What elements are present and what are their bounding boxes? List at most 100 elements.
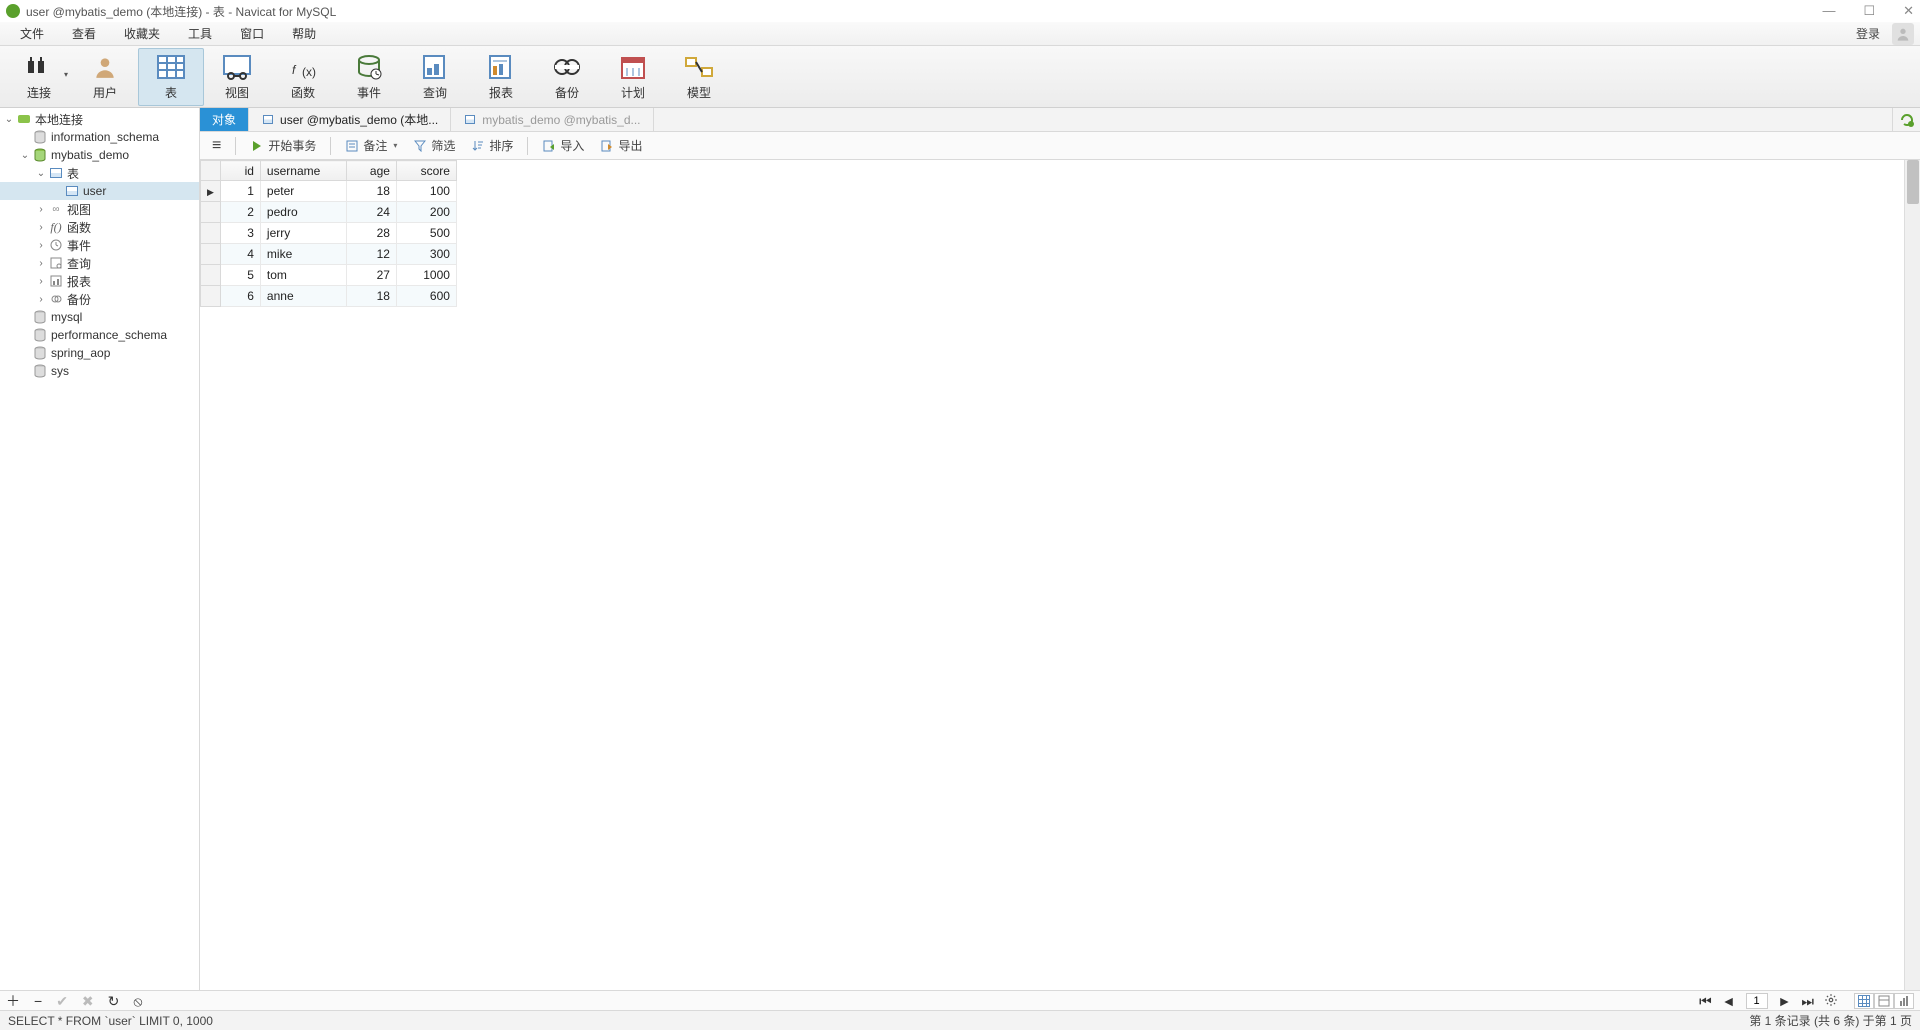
tree-node-备份[interactable]: ›备份 <box>0 290 199 308</box>
cancel-button[interactable]: ✖ <box>82 994 94 1008</box>
report-icon <box>484 53 518 81</box>
login-button[interactable]: 登录 <box>1856 25 1886 42</box>
tab-对象[interactable]: 对象 <box>200 108 249 131</box>
commit-button[interactable]: ✔ <box>56 994 68 1008</box>
status-record: 第 1 条记录 (共 6 条) 于第 1 页 <box>1749 1012 1912 1029</box>
chart-view-button[interactable] <box>1894 993 1914 1009</box>
app-icon <box>6 4 20 18</box>
ribbon-fx[interactable]: f(x)函数 <box>270 48 336 106</box>
settings-button[interactable] <box>1824 993 1838 1009</box>
hamburger-button[interactable]: ≡ <box>206 135 227 157</box>
export-icon <box>600 139 614 153</box>
tree-node-事件[interactable]: ›事件 <box>0 236 199 254</box>
sidebar-tree[interactable]: ⌄本地连接information_schema⌄mybatis_demo⌄表us… <box>0 108 200 990</box>
action-bar: ＋ − ✔ ✖ ↻ ⦸ ⏮ ◄ ► ⏭ <box>0 990 1920 1010</box>
table-icon <box>463 113 477 127</box>
conn-icon <box>16 111 32 127</box>
page-input[interactable] <box>1746 993 1768 1009</box>
menubar: 文件查看收藏夹工具窗口帮助 登录 <box>0 22 1920 46</box>
menu-查看[interactable]: 查看 <box>58 22 110 45</box>
tree-node-函数[interactable]: ›f()函数 <box>0 218 199 236</box>
tree-node-performance_schema[interactable]: performance_schema <box>0 326 199 344</box>
last-page-button[interactable]: ⏭ <box>1801 994 1814 1008</box>
prev-page-button[interactable]: ◄ <box>1722 994 1736 1008</box>
data-grid[interactable]: idusernameagescore1peter181002pedro24200… <box>200 160 457 307</box>
backup-icon <box>48 291 64 307</box>
window-controls: — ☐ ✕ <box>1822 3 1914 19</box>
ribbon-plug[interactable]: 连接▾ <box>6 48 72 106</box>
first-page-button[interactable]: ⏮ <box>1699 994 1712 1008</box>
tree-node-视图[interactable]: ›∞视图 <box>0 200 199 218</box>
gear-icon <box>1824 993 1838 1007</box>
tree-node-表[interactable]: ⌄表 <box>0 164 199 182</box>
begin-transaction-button[interactable]: 开始事务 <box>244 135 322 156</box>
stop-button[interactable]: ⦸ <box>133 994 142 1008</box>
minimize-button[interactable]: — <box>1822 3 1835 19</box>
window-title: user @mybatis_demo (本地连接) - 表 - Navicat … <box>26 3 336 20</box>
ribbon-table[interactable]: 表 <box>138 48 204 106</box>
model-icon <box>682 53 716 81</box>
tree-node-报表[interactable]: ›报表 <box>0 272 199 290</box>
ribbon-query[interactable]: 查询 <box>402 48 468 106</box>
add-row-button[interactable]: ＋ <box>6 994 20 1008</box>
tabs-row: 对象user @mybatis_demo (本地...mybatis_demo … <box>200 108 1920 132</box>
user-avatar[interactable] <box>1892 23 1914 45</box>
db-icon <box>32 345 48 361</box>
folder-tbl-icon <box>48 165 64 181</box>
new-tab-button[interactable] <box>1892 108 1920 131</box>
import-button[interactable]: 导入 <box>536 135 590 156</box>
close-button[interactable]: ✕ <box>1903 3 1914 19</box>
table-row[interactable]: 4mike12300 <box>201 244 457 265</box>
ribbon-backup[interactable]: 备份 <box>534 48 600 106</box>
col-age[interactable]: age <box>346 161 396 181</box>
table-row[interactable]: 6anne18600 <box>201 286 457 307</box>
ribbon-schedule[interactable]: 计划 <box>600 48 666 106</box>
table-row[interactable]: 2pedro24200 <box>201 202 457 223</box>
sort-icon <box>471 139 485 153</box>
event-icon <box>352 53 386 81</box>
sort-button[interactable]: 排序 <box>465 135 519 156</box>
tree-node-查询[interactable]: ›查询 <box>0 254 199 272</box>
delete-row-button[interactable]: − <box>34 994 42 1008</box>
table-row[interactable]: 1peter18100 <box>201 181 457 202</box>
note-icon <box>345 139 359 153</box>
col-score[interactable]: score <box>396 161 456 181</box>
svg-text:f: f <box>292 63 297 77</box>
tree-node-mybatis_demo[interactable]: ⌄mybatis_demo <box>0 146 199 164</box>
tree-node-information_schema[interactable]: information_schema <box>0 128 199 146</box>
menu-窗口[interactable]: 窗口 <box>226 22 278 45</box>
tree-node-mysql[interactable]: mysql <box>0 308 199 326</box>
tree-node-user[interactable]: user <box>0 182 199 200</box>
menu-文件[interactable]: 文件 <box>6 22 58 45</box>
form-view-button[interactable] <box>1874 993 1894 1009</box>
table-row[interactable]: 5tom271000 <box>201 265 457 286</box>
ribbon-toolbar: 连接▾用户表视图f(x)函数事件查询报表备份计划模型 <box>0 46 1920 108</box>
next-page-button[interactable]: ► <box>1778 994 1792 1008</box>
ribbon-model[interactable]: 模型 <box>666 48 732 106</box>
vertical-scrollbar[interactable] <box>1904 160 1920 990</box>
menu-工具[interactable]: 工具 <box>174 22 226 45</box>
tree-node-sys[interactable]: sys <box>0 362 199 380</box>
user-icon <box>88 53 122 81</box>
menu-收藏夹[interactable]: 收藏夹 <box>110 22 174 45</box>
menu-帮助[interactable]: 帮助 <box>278 22 330 45</box>
table-icon <box>261 113 275 127</box>
maximize-button[interactable]: ☐ <box>1863 3 1875 19</box>
ribbon-event[interactable]: 事件 <box>336 48 402 106</box>
tree-node-本地连接[interactable]: ⌄本地连接 <box>0 110 199 128</box>
grid-view-button[interactable] <box>1854 993 1874 1009</box>
ribbon-user[interactable]: 用户 <box>72 48 138 106</box>
filter-button[interactable]: 筛选 <box>407 135 461 156</box>
tab-mybatis_demo[interactable]: mybatis_demo @mybatis_d... <box>451 108 653 131</box>
ribbon-report[interactable]: 报表 <box>468 48 534 106</box>
refresh-button[interactable]: ↻ <box>108 994 120 1008</box>
tab-user @mybati[interactable]: user @mybatis_demo (本地... <box>249 108 451 131</box>
col-username[interactable]: username <box>260 161 346 181</box>
db-open-icon <box>32 147 48 163</box>
col-id[interactable]: id <box>220 161 260 181</box>
ribbon-view[interactable]: 视图 <box>204 48 270 106</box>
memo-button[interactable]: 备注▾ <box>339 135 403 156</box>
export-button[interactable]: 导出 <box>594 135 648 156</box>
tree-node-spring_aop[interactable]: spring_aop <box>0 344 199 362</box>
table-row[interactable]: 3jerry28500 <box>201 223 457 244</box>
